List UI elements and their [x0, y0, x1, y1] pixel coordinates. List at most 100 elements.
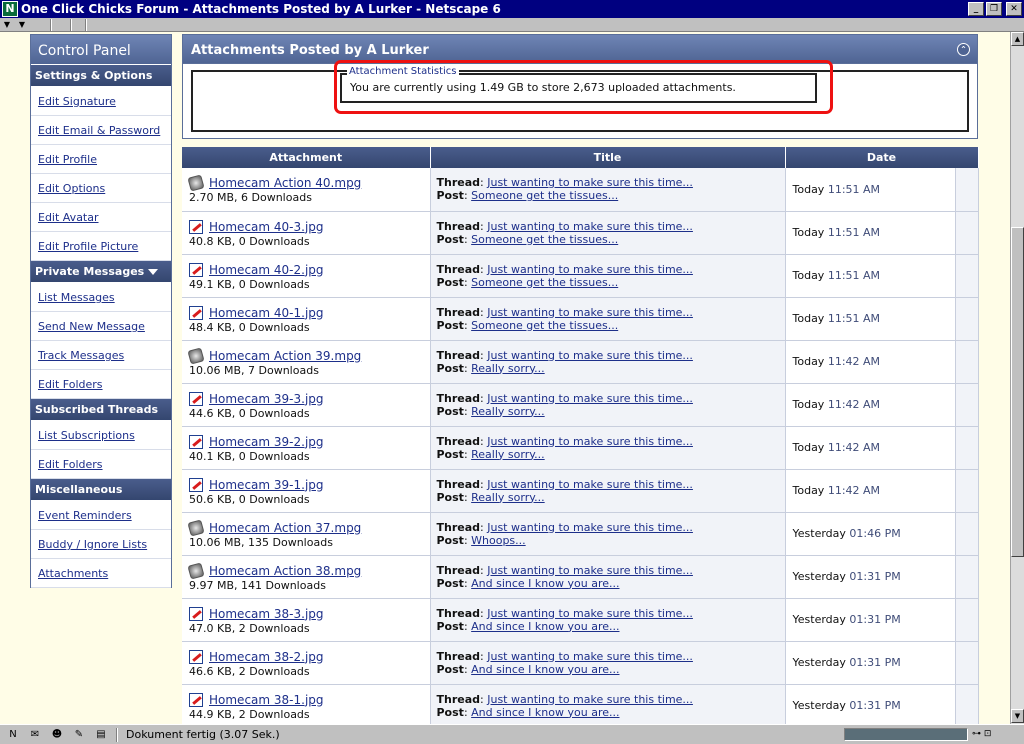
post-link[interactable]: And since I know you are... — [471, 663, 619, 676]
minimize-button[interactable]: _ — [968, 2, 984, 16]
image-file-icon — [189, 305, 203, 320]
date-day: Yesterday — [792, 656, 846, 669]
attachment-link[interactable]: Homecam Action 40.mpg — [209, 176, 361, 190]
attachment-link[interactable]: Homecam 40-2.jpg — [209, 263, 324, 277]
control-panel-link[interactable]: Event Reminders — [38, 509, 132, 522]
close-button[interactable]: ✕ — [1006, 2, 1022, 16]
control-panel-link[interactable]: Edit Folders — [38, 458, 103, 471]
date-time: 11:42 AM — [827, 355, 881, 368]
post-link[interactable]: Someone get the tissues... — [471, 233, 618, 246]
column-header-date[interactable]: Date — [785, 147, 979, 168]
date-cell: Today 11:51 AM — [785, 211, 956, 255]
control-panel-item: Edit Folders — [31, 370, 171, 399]
control-panel-link[interactable]: Edit Profile Picture — [38, 240, 138, 253]
attachment-link[interactable]: Homecam 39-3.jpg — [209, 392, 324, 406]
security-lock-icon[interactable]: ⊶ ⊡ — [972, 728, 1020, 741]
collapse-icon[interactable]: ⌃ — [957, 43, 970, 56]
date-day: Today — [792, 441, 825, 454]
post-link[interactable]: Really sorry... — [471, 362, 545, 375]
post-link[interactable]: Really sorry... — [471, 491, 545, 504]
attachment-link[interactable]: Homecam 38-2.jpg — [209, 650, 324, 664]
post-link[interactable]: And since I know you are... — [471, 620, 619, 633]
title-cell: Thread: Just wanting to make sure this t… — [430, 168, 786, 212]
video-file-icon — [187, 561, 205, 580]
thread-link[interactable]: Just wanting to make sure this time... — [487, 693, 693, 706]
row-spacer-cell — [955, 297, 979, 341]
attachment-link[interactable]: Homecam 40-1.jpg — [209, 306, 324, 320]
thread-link[interactable]: Just wanting to make sure this time... — [487, 607, 693, 620]
thread-link[interactable]: Just wanting to make sure this time... — [487, 176, 693, 189]
post-line: Post: Someone get the tissues... — [437, 189, 785, 202]
netscape-icon[interactable]: N — [4, 728, 22, 742]
attachment-link[interactable]: Homecam 38-1.jpg — [209, 693, 324, 707]
column-header-title[interactable]: Title — [430, 147, 786, 168]
scrollbar-thumb[interactable] — [1011, 227, 1024, 557]
control-panel-link[interactable]: Edit Signature — [38, 95, 116, 108]
post-link[interactable]: Someone get the tissues... — [471, 319, 618, 332]
thread-link[interactable]: Just wanting to make sure this time... — [487, 564, 693, 577]
thread-link[interactable]: Just wanting to make sure this time... — [487, 650, 693, 663]
control-panel-link[interactable]: Send New Message — [38, 320, 145, 333]
post-line: Post: Really sorry... — [437, 448, 785, 461]
post-label: Post — [436, 232, 464, 246]
composer-icon[interactable]: ✎ — [70, 728, 88, 742]
attachment-link[interactable]: Homecam Action 38.mpg — [209, 564, 361, 578]
column-header-attachment[interactable]: Attachment — [182, 147, 431, 168]
video-file-icon — [187, 174, 205, 192]
date-cell: Today 11:42 AM — [785, 469, 956, 513]
thread-link[interactable]: Just wanting to make sure this time... — [487, 392, 693, 405]
post-link[interactable]: And since I know you are... — [471, 577, 619, 590]
attachments-table-body: Homecam Action 40.mpg 2.70 MB, 6 Download… — [182, 168, 979, 724]
attachment-link[interactable]: Homecam 39-1.jpg — [209, 478, 324, 492]
attachment-cell: Homecam Action 40.mpg 2.70 MB, 6 Download… — [182, 168, 431, 212]
control-panel-link[interactable]: Edit Folders — [38, 378, 103, 391]
control-panel-link[interactable]: List Messages — [38, 291, 115, 304]
control-panel-category[interactable]: Subscribed Threads — [31, 399, 171, 426]
control-panel-link[interactable]: Buddy / Ignore Lists — [38, 538, 147, 551]
vertical-scrollbar[interactable]: ▲ ▼ — [1010, 32, 1024, 724]
post-link[interactable]: And since I know you are... — [471, 706, 619, 719]
collapse-caret-icon[interactable] — [148, 269, 159, 275]
control-panel-link[interactable]: Edit Options — [38, 182, 105, 195]
toolbar-grip-icon[interactable]: ▼ — [2, 20, 12, 30]
thread-line: Thread: Just wanting to make sure this t… — [437, 693, 785, 706]
thread-link[interactable]: Just wanting to make sure this time... — [487, 306, 693, 319]
thread-link[interactable]: Just wanting to make sure this time... — [487, 263, 693, 276]
control-panel-item: Attachments — [31, 559, 171, 588]
maximize-button[interactable]: ❐ — [986, 2, 1002, 16]
attachments-table: Attachment Title Date Homecam Action 40.… — [182, 147, 979, 724]
control-panel-link[interactable]: Edit Profile — [38, 153, 97, 166]
post-link[interactable]: Someone get the tissues... — [471, 276, 618, 289]
scroll-up-icon[interactable]: ▲ — [1011, 32, 1024, 46]
scroll-down-icon[interactable]: ▼ — [1011, 709, 1024, 723]
control-panel-title: Control Panel — [31, 35, 171, 65]
attachment-link[interactable]: Homecam Action 39.mpg — [209, 349, 361, 363]
control-panel-link[interactable]: List Subscriptions — [38, 429, 135, 442]
mail-icon[interactable]: ✉ — [26, 728, 44, 742]
control-panel-link[interactable]: Attachments — [38, 567, 108, 580]
attachment-link[interactable]: Homecam 39-2.jpg — [209, 435, 324, 449]
collapse-caret-icon[interactable] — [39, 420, 49, 426]
thread-link[interactable]: Just wanting to make sure this time... — [487, 521, 693, 534]
post-link[interactable]: Really sorry... — [471, 405, 545, 418]
toolbar-grip-icon[interactable]: ▼ — [17, 20, 27, 30]
thread-link[interactable]: Just wanting to make sure this time... — [487, 435, 693, 448]
post-link[interactable]: Really sorry... — [471, 448, 545, 461]
attachment-link[interactable]: Homecam 38-3.jpg — [209, 607, 324, 621]
post-link[interactable]: Whoops... — [471, 534, 526, 547]
attachment-filename-line: Homecam Action 39.mpg — [187, 346, 430, 365]
aim-icon[interactable]: ☻ — [48, 728, 66, 742]
address-book-icon[interactable]: ▤ — [92, 728, 110, 742]
control-panel-link[interactable]: Edit Avatar — [38, 211, 99, 224]
control-panel-link[interactable]: Edit Email & Password — [38, 124, 160, 137]
control-panel-category[interactable]: Private Messages — [31, 261, 171, 283]
post-link[interactable]: Someone get the tissues... — [471, 189, 618, 202]
thread-link[interactable]: Just wanting to make sure this time... — [487, 349, 693, 362]
title-cell: Thread: Just wanting to make sure this t… — [430, 641, 786, 685]
thread-link[interactable]: Just wanting to make sure this time... — [487, 478, 693, 491]
attachment-link[interactable]: Homecam Action 37.mpg — [209, 521, 361, 535]
control-panel-link[interactable]: Track Messages — [38, 349, 124, 362]
row-spacer-cell — [955, 598, 979, 642]
attachment-link[interactable]: Homecam 40-3.jpg — [209, 220, 324, 234]
thread-link[interactable]: Just wanting to make sure this time... — [487, 220, 693, 233]
